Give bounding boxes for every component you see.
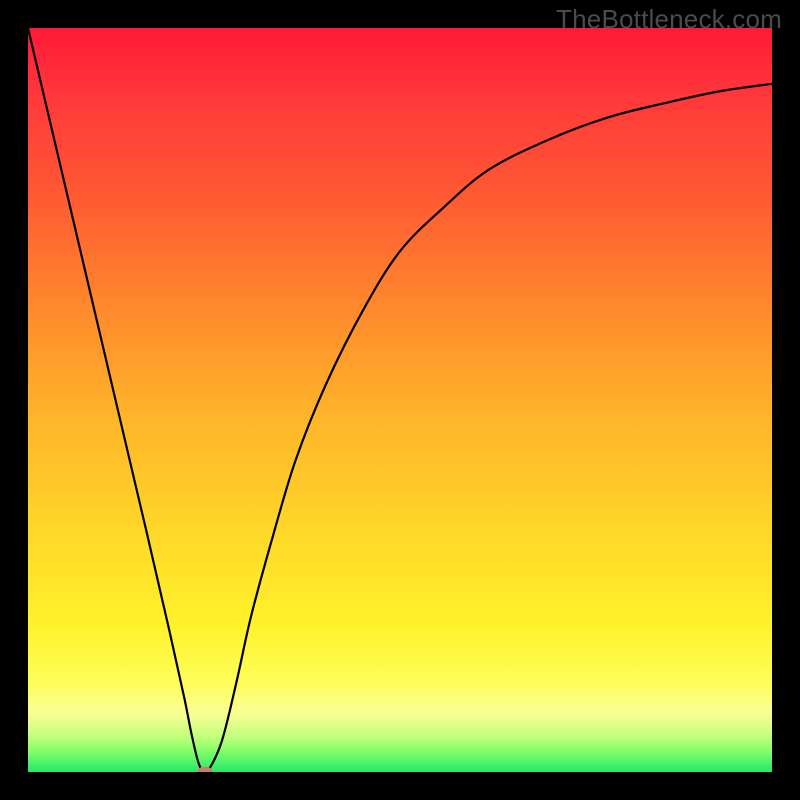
chart-frame: TheBottleneck.com (0, 0, 800, 800)
bottleneck-curve (28, 28, 772, 772)
optimal-point-marker (198, 767, 213, 772)
watermark-text: TheBottleneck.com (556, 4, 782, 35)
plot-area (28, 28, 772, 772)
